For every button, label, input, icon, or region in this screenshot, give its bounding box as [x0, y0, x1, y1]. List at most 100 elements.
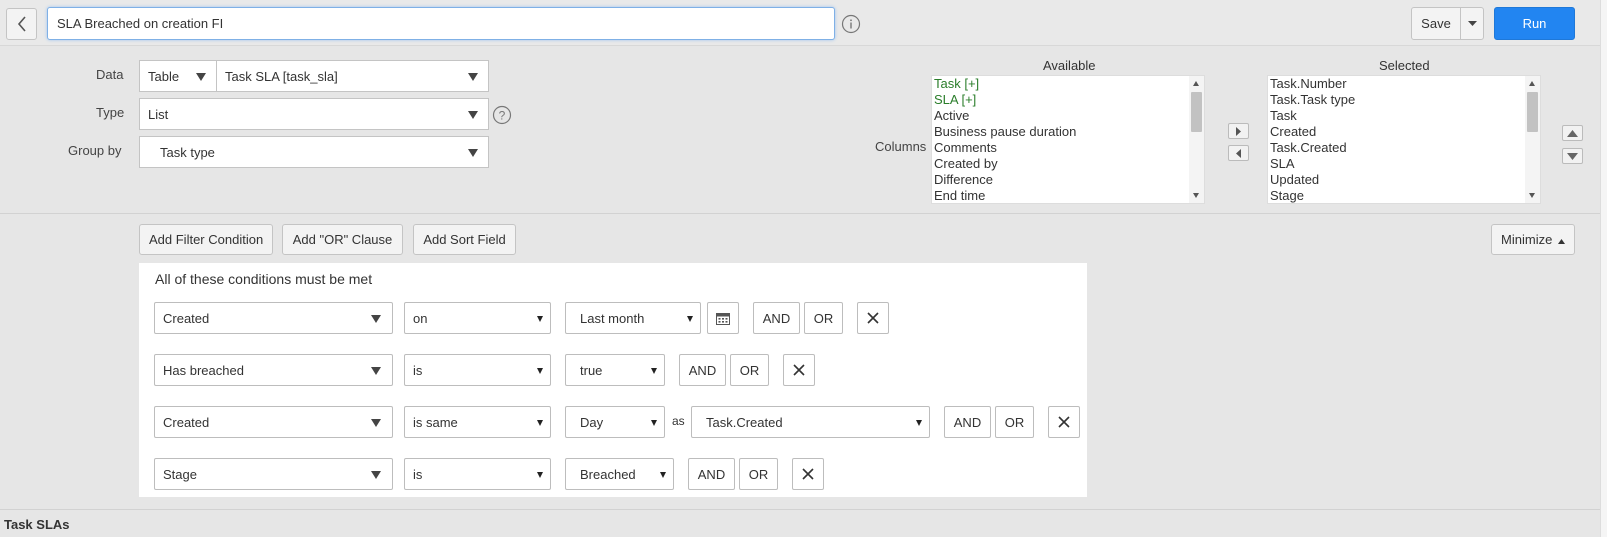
scroll-thumb[interactable] — [1527, 92, 1538, 132]
selected-column-item[interactable]: Task.Task type — [1268, 92, 1540, 108]
chevron-down-icon — [371, 419, 381, 427]
delete-condition-button[interactable] — [783, 354, 815, 386]
scroll-thumb[interactable] — [1191, 92, 1202, 132]
condition-operator-value: is same — [413, 414, 458, 430]
available-column-item[interactable]: Active — [932, 108, 1204, 124]
chevron-down-icon — [537, 316, 543, 322]
and-button[interactable]: AND — [944, 406, 991, 438]
available-column-item[interactable]: Task [+] — [932, 76, 1204, 92]
arrow-right-icon — [1236, 126, 1241, 136]
remove-column-button[interactable] — [1228, 145, 1249, 161]
condition-value-select[interactable]: true — [565, 354, 665, 386]
chevron-down-icon — [651, 368, 657, 374]
condition-value: Last month — [580, 310, 645, 326]
delete-condition-button[interactable] — [1048, 406, 1080, 438]
help-icon[interactable]: ? — [492, 105, 512, 125]
scroll-up-icon — [1193, 81, 1199, 86]
chevron-down-icon — [196, 73, 206, 81]
close-icon — [1058, 416, 1070, 428]
data-table-select[interactable]: Task SLA [task_sla] — [216, 60, 489, 92]
condition-field-select[interactable]: Has breached — [154, 354, 393, 386]
condition-operator-select[interactable]: is — [404, 458, 551, 490]
delete-condition-button[interactable] — [857, 302, 889, 334]
or-button[interactable]: OR — [739, 458, 778, 490]
group-by-select[interactable]: Task type — [139, 136, 489, 168]
condition-operator-select[interactable]: on — [404, 302, 551, 334]
chevron-down-icon — [537, 368, 543, 374]
group-by-label: Group by — [68, 143, 122, 158]
date-picker-button[interactable] — [707, 302, 739, 334]
selected-column-item[interactable]: SLA — [1268, 156, 1540, 172]
condition-field-select[interactable]: Stage — [154, 458, 393, 490]
condition-value: true — [580, 362, 603, 378]
condition-operator-value: is — [413, 362, 423, 378]
selected-column-item[interactable]: Updated — [1268, 172, 1540, 188]
chevron-down-icon — [537, 420, 543, 426]
available-heading: Available — [1043, 58, 1096, 73]
or-button[interactable]: OR — [804, 302, 843, 334]
selected-columns-list[interactable]: Task.Number Task.Task type Task Created Task… — [1267, 75, 1541, 204]
and-button[interactable]: AND — [753, 302, 800, 334]
condition-value-select[interactable]: Last month — [565, 302, 701, 334]
page-scrollbar[interactable] — [1600, 0, 1607, 537]
condition-compare-field-select[interactable]: Task.Created — [691, 406, 930, 438]
condition-operator-select[interactable]: is same — [404, 406, 551, 438]
add-filter-condition-button[interactable]: Add Filter Condition — [139, 224, 273, 255]
scrollbar[interactable] — [1189, 76, 1204, 203]
available-column-item[interactable]: End time — [932, 188, 1204, 203]
condition-field-value: Created — [163, 414, 210, 430]
scroll-down-icon — [1529, 193, 1535, 198]
type-select[interactable]: List — [139, 98, 489, 130]
close-icon — [802, 468, 814, 480]
data-source-type-select[interactable]: Table — [139, 60, 217, 92]
move-column-up-button[interactable] — [1562, 125, 1583, 141]
caret-down-icon — [1467, 20, 1477, 26]
add-column-button[interactable] — [1228, 123, 1249, 139]
selected-column-item[interactable]: Task.Number — [1268, 76, 1540, 92]
group-by-value: Task type — [160, 144, 215, 160]
results-title: Task SLAs — [4, 517, 70, 532]
minimize-button[interactable]: Minimize — [1491, 224, 1575, 255]
report-title-input[interactable] — [47, 7, 835, 40]
available-columns-items: Task [+] SLA [+] Active Business pause dura… — [932, 76, 1204, 203]
move-column-down-button[interactable] — [1562, 148, 1583, 164]
save-options-button[interactable] — [1460, 7, 1484, 40]
available-columns-list[interactable]: Task [+] SLA [+] Active Business pause dura… — [931, 75, 1205, 204]
selected-column-item[interactable]: Stage — [1268, 188, 1540, 203]
delete-condition-button[interactable] — [792, 458, 824, 490]
selected-column-item[interactable]: Created — [1268, 124, 1540, 140]
and-button[interactable]: AND — [688, 458, 735, 490]
available-column-item[interactable]: Business pause duration — [932, 124, 1204, 140]
condition-field-select[interactable]: Created — [154, 302, 393, 334]
condition-field-select[interactable]: Created — [154, 406, 393, 438]
back-button[interactable] — [6, 8, 37, 40]
save-button[interactable]: Save — [1411, 7, 1461, 40]
available-column-item[interactable]: Comments — [932, 140, 1204, 156]
condition-value-select[interactable]: Day — [565, 406, 665, 438]
conditions-title: All of these conditions must be met — [155, 271, 373, 287]
close-icon — [867, 312, 879, 324]
and-button[interactable]: AND — [679, 354, 726, 386]
selected-column-item[interactable]: Task.Created — [1268, 140, 1540, 156]
add-sort-field-button[interactable]: Add Sort Field — [413, 224, 516, 255]
condition-value-select[interactable]: Breached — [565, 458, 674, 490]
available-column-item[interactable]: Created by — [932, 156, 1204, 172]
condition-operator-select[interactable]: is — [404, 354, 551, 386]
info-icon[interactable] — [841, 14, 861, 34]
or-button[interactable]: OR — [995, 406, 1034, 438]
condition-value: Day — [580, 414, 604, 430]
caret-up-icon — [1557, 239, 1565, 244]
chevron-down-icon — [916, 420, 922, 426]
selected-column-item[interactable]: Task — [1268, 108, 1540, 124]
data-source-type-value: Table — [148, 68, 180, 84]
chevron-down-icon — [537, 472, 543, 478]
add-or-clause-button[interactable]: Add "OR" Clause — [282, 224, 403, 255]
scroll-down-icon — [1193, 193, 1199, 198]
available-column-item[interactable]: Difference — [932, 172, 1204, 188]
run-button[interactable]: Run — [1494, 7, 1575, 40]
scrollbar[interactable] — [1525, 76, 1540, 203]
as-label: as — [672, 414, 685, 428]
or-button[interactable]: OR — [730, 354, 769, 386]
condition-compare-field-value: Task.Created — [706, 414, 783, 430]
available-column-item[interactable]: SLA [+] — [932, 92, 1204, 108]
